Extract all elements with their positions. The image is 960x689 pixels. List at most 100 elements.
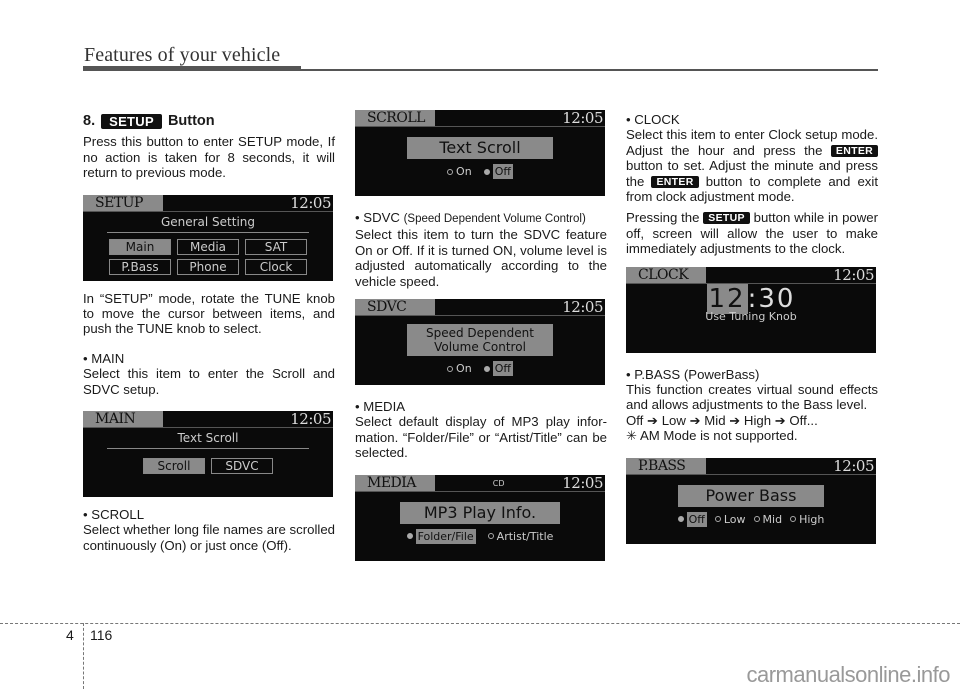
radio-icon	[447, 365, 454, 372]
option-folder-file: Folder/File	[406, 528, 476, 545]
item-scroll-text: Select whether long file names are scrol…	[83, 522, 335, 553]
item-pbass-cycle: Off ➔ Low ➔ Mid ➔ High ➔ Off...	[626, 412, 818, 428]
scr-top: P.BASS 12:05	[626, 457, 876, 475]
scr-mid	[435, 299, 562, 315]
option-low: Low	[714, 512, 746, 527]
setup-instructions: In “SETUP” mode, rotate the TUNE knob to…	[83, 290, 335, 337]
main-item-scroll: Scroll	[143, 458, 205, 475]
main-screen: MAIN 12:05 Text Scroll Scroll SDVC	[83, 411, 333, 498]
radio-selected-icon	[483, 168, 490, 175]
item-media-text: Select default display of MP3 play infor…	[355, 414, 607, 461]
option-off: Off	[483, 164, 513, 180]
setup-item-sat: SAT	[245, 239, 307, 256]
column-2: SCROLL 12:05 Text Scroll On Off • SDVC (S…	[355, 110, 607, 561]
scr-mid	[163, 195, 290, 211]
item-main-text: Select this item to enter the Scroll and…	[83, 366, 335, 397]
page-number: 116	[90, 627, 113, 643]
screen-mode: MEDIA	[355, 474, 435, 491]
enter-key-badge: ENTER	[830, 144, 879, 157]
grid: Main Media SAT P.Bass Phone Clock	[83, 233, 333, 276]
clock-screen: CLOCK 12:05 12:30 Use Tuning Knob	[626, 266, 876, 353]
scr-top: SETUP 12:05	[83, 194, 333, 212]
footer-vertical-divider	[83, 623, 84, 689]
section-number: 8.	[83, 113, 96, 129]
section-intro: Press this button to enter SETUP mode, I…	[83, 134, 335, 181]
item-main-heading: • MAIN	[83, 350, 125, 366]
radio-icon	[447, 168, 454, 175]
screen-title-box: Power Bass	[678, 484, 824, 507]
option-mid: Mid	[753, 512, 782, 527]
setup-key-badge: SETUP	[703, 212, 750, 225]
screen-mode: SDVC	[355, 299, 435, 316]
item-pbass-heading: • P.BASS (PowerBass)	[626, 366, 760, 382]
section-heading: 8. SETUP Button	[83, 113, 335, 130]
radio-selected-icon	[483, 365, 490, 372]
screen-time: 12:05	[290, 194, 331, 212]
row2: Scroll SDVC	[83, 458, 333, 475]
item-sdvc-heading: • SDVC (Speed Dependent Volume Control)	[355, 210, 586, 225]
scr-mid	[163, 411, 290, 427]
watermark: carmanualsonline.info	[746, 662, 950, 687]
sdvc-screen: SDVC 12:05 Speed Dependent Volume Control…	[355, 299, 605, 386]
main-item-sdvc: SDVC	[211, 458, 273, 475]
column-3: • CLOCK Select this item to enter Clock …	[626, 112, 879, 544]
scr-top: CLOCK 12:05	[626, 266, 876, 284]
screen-time: 12:05	[833, 266, 874, 284]
opts: On Off	[355, 361, 605, 377]
item-media-heading: • MEDIA	[355, 399, 406, 415]
screen-mode: CLOCK	[626, 266, 706, 283]
setup-screen: SETUP 12:05 General Setting Main Media SA…	[83, 194, 333, 281]
column-1: 8. SETUP Button Press this button to ent…	[83, 113, 335, 553]
screen-mode: P.BASS	[626, 457, 706, 474]
radio-icon	[753, 516, 760, 523]
scr-mid	[706, 458, 833, 474]
scr-top: SDVC 12:05	[355, 299, 605, 317]
section-title: Button	[167, 113, 215, 129]
setup-item-phone: Phone	[177, 259, 239, 276]
opts: Off Low Mid High	[626, 511, 876, 528]
option-high: High	[790, 512, 824, 527]
header-rule-thin	[301, 69, 878, 71]
item-clock-setup-text: Pressing the SETUP button while in power…	[626, 210, 878, 257]
clock-readout: 12:30	[706, 283, 796, 314]
scr-mid	[435, 110, 562, 126]
screen-time: 12:05	[833, 457, 874, 475]
scr-top: SCROLL 12:05	[355, 110, 605, 127]
scr-top: MAIN 12:05	[83, 411, 333, 429]
setup-item-main: Main	[109, 239, 171, 256]
header-rule-thick	[83, 66, 301, 71]
opts: Folder/File Artist/Title	[355, 528, 605, 545]
item-sdvc-text: Select this item to turn the SDVC featur…	[355, 227, 607, 289]
setup-item-clock: Clock	[245, 259, 307, 276]
chapter-number: 4	[66, 627, 74, 643]
option-off: Off	[483, 361, 513, 377]
screen-title-box: Speed Dependent Volume Control	[407, 324, 553, 357]
scr-top: MEDIA CD 12:05	[355, 474, 605, 492]
screen-mode: SETUP	[83, 194, 163, 211]
screen-time: 12:05	[290, 411, 331, 429]
item-clock-text: Select this item to enter Clock setup mo…	[626, 127, 879, 205]
item-pbass-note: ✳ AM Mode is not supported.	[626, 428, 798, 444]
cd-icon: CD	[492, 478, 505, 488]
screen-divider	[107, 448, 309, 450]
screen-mode: MAIN	[83, 411, 163, 428]
enter-key-badge: ENTER	[651, 175, 699, 188]
item-clock-heading: • CLOCK	[626, 112, 680, 127]
screen-time: 12:05	[562, 299, 603, 317]
setup-item-pbass: P.Bass	[109, 259, 171, 276]
option-artist-title: Artist/Title	[487, 529, 553, 544]
opts: On Off	[355, 164, 605, 180]
media-screen: MEDIA CD 12:05 MP3 Play Info. Folder/File …	[355, 474, 605, 561]
pbass-screen: P.BASS 12:05 Power Bass Off Low Mid High	[626, 457, 876, 544]
screen-time: 12:05	[562, 110, 603, 127]
option-on: On	[447, 164, 472, 179]
option-off: Off	[677, 511, 707, 528]
setup-key-badge: SETUP	[101, 114, 162, 130]
radio-icon	[714, 516, 721, 523]
screen-subtitle: Text Scroll	[177, 431, 239, 446]
footer-divider	[0, 623, 960, 624]
setup-item-media: Media	[177, 239, 239, 256]
radio-icon	[790, 516, 797, 523]
scroll-screen: SCROLL 12:05 Text Scroll On Off	[355, 110, 605, 196]
item-scroll-heading: • SCROLL	[83, 507, 145, 523]
